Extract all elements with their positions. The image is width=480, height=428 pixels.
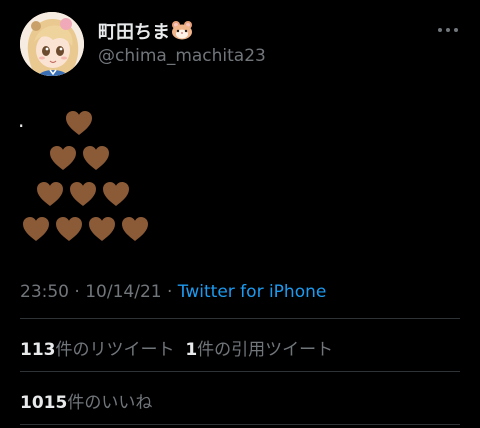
retweets-link[interactable]: 113件のリツイート [20, 340, 175, 360]
tweet-source-link[interactable]: Twitter for iPhone [178, 282, 327, 302]
brown-heart-icon [70, 182, 96, 206]
avatar[interactable] [20, 12, 84, 76]
quotes-label: 件の引用ツイート [197, 340, 334, 360]
more-options-icon[interactable] [438, 26, 458, 34]
brown-heart-icon [50, 146, 76, 170]
tweet-text-dot: . [18, 108, 25, 132]
divider [20, 424, 460, 425]
likes-stats-row: 1015件のいいね [20, 388, 152, 413]
likes-count: 1015 [20, 393, 68, 413]
likes-label: 件のいいね [67, 393, 153, 413]
display-name-text: 町田ちま [98, 22, 170, 43]
retweet-stats-row: 113件のリツイート 1件の引用ツイート [20, 335, 333, 360]
hamster-face-icon [172, 21, 192, 40]
brown-heart-icon [103, 182, 129, 206]
retweets-label: 件のリツイート [55, 340, 175, 360]
more-dot [446, 28, 450, 32]
brown-heart-icon [23, 217, 49, 241]
quote-tweets-link[interactable]: 1件の引用ツイート [185, 340, 333, 360]
brown-heart-icon [56, 217, 82, 241]
display-name[interactable]: 町田ちま [98, 18, 193, 44]
tweet-detail: 町田ちま @chima_machita23 . 23:50 · 10/14/21… [0, 0, 480, 428]
brown-heart-icon [122, 217, 148, 241]
meta-separator: · [69, 282, 86, 302]
tweet-date[interactable]: 10/14/21 [85, 282, 161, 302]
divider [20, 371, 460, 372]
more-dot [454, 28, 458, 32]
brown-heart-icon [83, 146, 109, 170]
brown-heart-icon [37, 182, 63, 206]
avatar-image [20, 12, 84, 76]
quotes-count: 1 [185, 340, 198, 360]
meta-separator: · [161, 282, 178, 302]
brown-heart-icon [89, 217, 115, 241]
brown-heart-icon [66, 111, 92, 135]
divider [20, 318, 460, 319]
more-dot [438, 28, 442, 32]
likes-link[interactable]: 1015件のいいね [20, 393, 152, 413]
user-handle[interactable]: @chima_machita23 [98, 46, 266, 66]
tweet-timestamp: 23:50 · 10/14/21 · Twitter for iPhone [20, 282, 326, 302]
tweet-time[interactable]: 23:50 [20, 282, 69, 302]
retweets-count: 113 [20, 340, 56, 360]
